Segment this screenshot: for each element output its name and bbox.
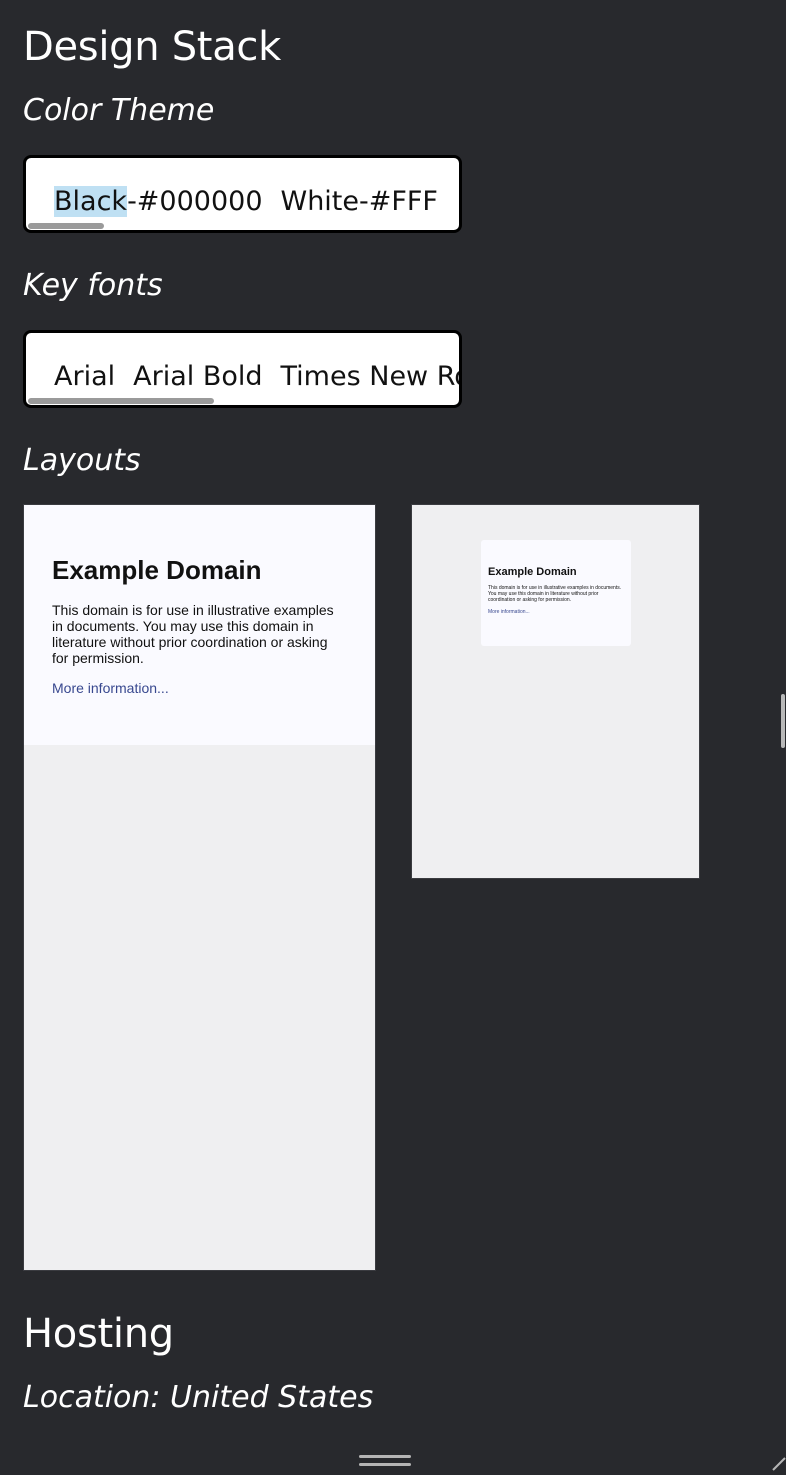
font-item: Arial Bold [133,361,263,392]
example-domain-title: Example Domain [488,566,577,578]
layout-preview-mobile[interactable]: Example Domain This domain is for use in… [23,504,376,1271]
color-theme-list: Black-#000000 White-#FFF [54,186,438,217]
vertical-scrollbar[interactable] [781,694,785,748]
color-theme-item-rest: -#000000 [127,186,263,217]
more-information-link: More information... [52,680,169,696]
drag-handle-icon[interactable] [359,1455,411,1458]
color-theme-item: Black-#000000 [54,186,263,217]
key-fonts-scrollbox[interactable]: Arial Arial Bold Times New Ro [23,330,462,408]
horizontal-scrollbar[interactable] [28,398,214,404]
font-item: Arial [54,361,116,392]
hosting-location: Location: United States [23,1380,374,1415]
example-domain-title: Example Domain [52,555,262,585]
drag-handle-icon-line [359,1463,411,1466]
horizontal-scrollbar[interactable] [28,223,104,229]
resize-corner-icon[interactable] [772,1457,786,1471]
design-stack-heading: Design Stack [23,24,281,70]
color-theme-scrollbox[interactable]: Black-#000000 White-#FFF [23,155,462,233]
example-domain-body: This domain is for use in illustrative e… [52,602,334,666]
key-fonts-label: Key fonts [23,268,163,303]
hosting-heading: Hosting [23,1311,174,1357]
color-theme-label: Color Theme [23,93,215,128]
more-information-link: More information... [488,609,530,615]
key-fonts-list: Arial Arial Bold Times New Ro [54,361,462,392]
font-item: Times New Ro [280,361,462,392]
text-selection-highlight: Black [54,186,128,217]
color-theme-item: White-#FFF [280,186,438,217]
layout-preview-desktop[interactable]: Example Domain This domain is for use in… [411,504,700,879]
layouts-label: Layouts [23,443,141,478]
example-domain-body: This domain is for use in illustrative e… [488,585,622,603]
